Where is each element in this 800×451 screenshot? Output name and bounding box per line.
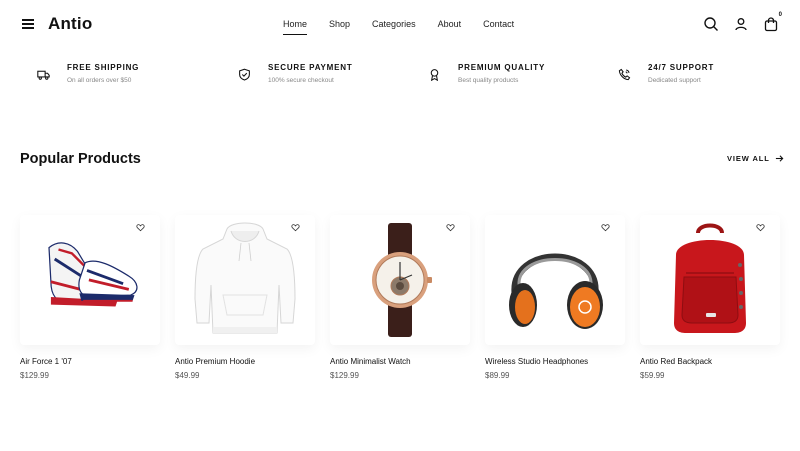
product-image-frame[interactable] <box>330 215 470 345</box>
feature-title: SECURE PAYMENT <box>268 63 353 72</box>
view-all-label: VIEW ALL <box>727 154 770 163</box>
product-image-frame[interactable] <box>20 215 160 345</box>
nav-shop[interactable]: Shop <box>329 19 350 29</box>
feature-title: FREE SHIPPING <box>67 63 140 72</box>
site-header: Antio Home Shop Categories About Contact… <box>0 0 800 50</box>
wishlist-heart-icon[interactable] <box>289 221 303 235</box>
shopping-bag-icon <box>764 17 778 32</box>
product-card[interactable]: Wireless Studio Headphones $89.99 <box>485 215 625 380</box>
shield-check-icon <box>238 68 254 84</box>
product-name[interactable]: Air Force 1 '07 <box>20 357 160 366</box>
product-price: $49.99 <box>175 371 200 380</box>
feature-quality: PREMIUM QUALITY Best quality products <box>428 63 545 84</box>
main-nav: Home Shop Categories About Contact <box>283 19 536 35</box>
truck-icon <box>37 68 53 84</box>
wishlist-heart-icon[interactable] <box>754 221 768 235</box>
user-icon[interactable] <box>733 16 749 32</box>
feature-subtitle: Dedicated support <box>648 77 701 84</box>
product-name[interactable]: Antio Premium Hoodie <box>175 357 315 366</box>
nav-categories[interactable]: Categories <box>372 19 416 29</box>
feature-title: PREMIUM QUALITY <box>458 63 546 72</box>
product-price: $59.99 <box>640 371 665 380</box>
product-card[interactable]: Air Force 1 '07 $129.99 <box>20 215 160 380</box>
product-name[interactable]: Wireless Studio Headphones <box>485 357 625 366</box>
product-card[interactable]: Antio Red Backpack $59.99 <box>640 215 780 380</box>
product-name[interactable]: Antio Minimalist Watch <box>330 357 470 366</box>
cart-count-badge: 0 <box>778 12 782 18</box>
cart-button[interactable]: 0 <box>763 12 782 32</box>
nav-contact[interactable]: Contact <box>483 19 514 29</box>
feature-support: 24/7 SUPPORT Dedicated support <box>618 63 714 84</box>
wishlist-heart-icon[interactable] <box>444 221 458 235</box>
features-bar: FREE SHIPPING On all orders over $50 SEC… <box>0 63 800 93</box>
product-image-frame[interactable] <box>640 215 780 345</box>
phone-icon <box>618 68 634 84</box>
nav-about[interactable]: About <box>438 19 462 29</box>
brand-logo[interactable]: Antio <box>48 14 92 34</box>
product-image-frame[interactable] <box>175 215 315 345</box>
product-price: $89.99 <box>485 371 510 380</box>
product-image-frame[interactable] <box>485 215 625 345</box>
award-icon <box>428 68 444 84</box>
arrow-right-icon <box>775 155 784 162</box>
feature-shipping: FREE SHIPPING On all orders over $50 <box>37 63 139 84</box>
feature-subtitle: On all orders over $50 <box>67 77 132 84</box>
product-price: $129.99 <box>20 371 49 380</box>
feature-payment: SECURE PAYMENT 100% secure checkout <box>238 63 353 84</box>
wishlist-heart-icon[interactable] <box>134 221 148 235</box>
product-price: $129.99 <box>330 371 359 380</box>
search-icon[interactable] <box>703 16 719 32</box>
wishlist-heart-icon[interactable] <box>599 221 613 235</box>
section-title: Popular Products <box>20 151 141 167</box>
feature-subtitle: 100% secure checkout <box>268 77 334 84</box>
product-name[interactable]: Antio Red Backpack <box>640 357 780 366</box>
nav-home[interactable]: Home <box>283 19 308 35</box>
feature-subtitle: Best quality products <box>458 77 519 84</box>
menu-icon[interactable] <box>22 17 36 31</box>
product-card[interactable]: Antio Premium Hoodie $49.99 <box>175 215 315 380</box>
feature-title: 24/7 SUPPORT <box>648 63 715 72</box>
view-all-link[interactable]: VIEW ALL <box>727 154 784 163</box>
product-card[interactable]: Antio Minimalist Watch $129.99 <box>330 215 470 380</box>
